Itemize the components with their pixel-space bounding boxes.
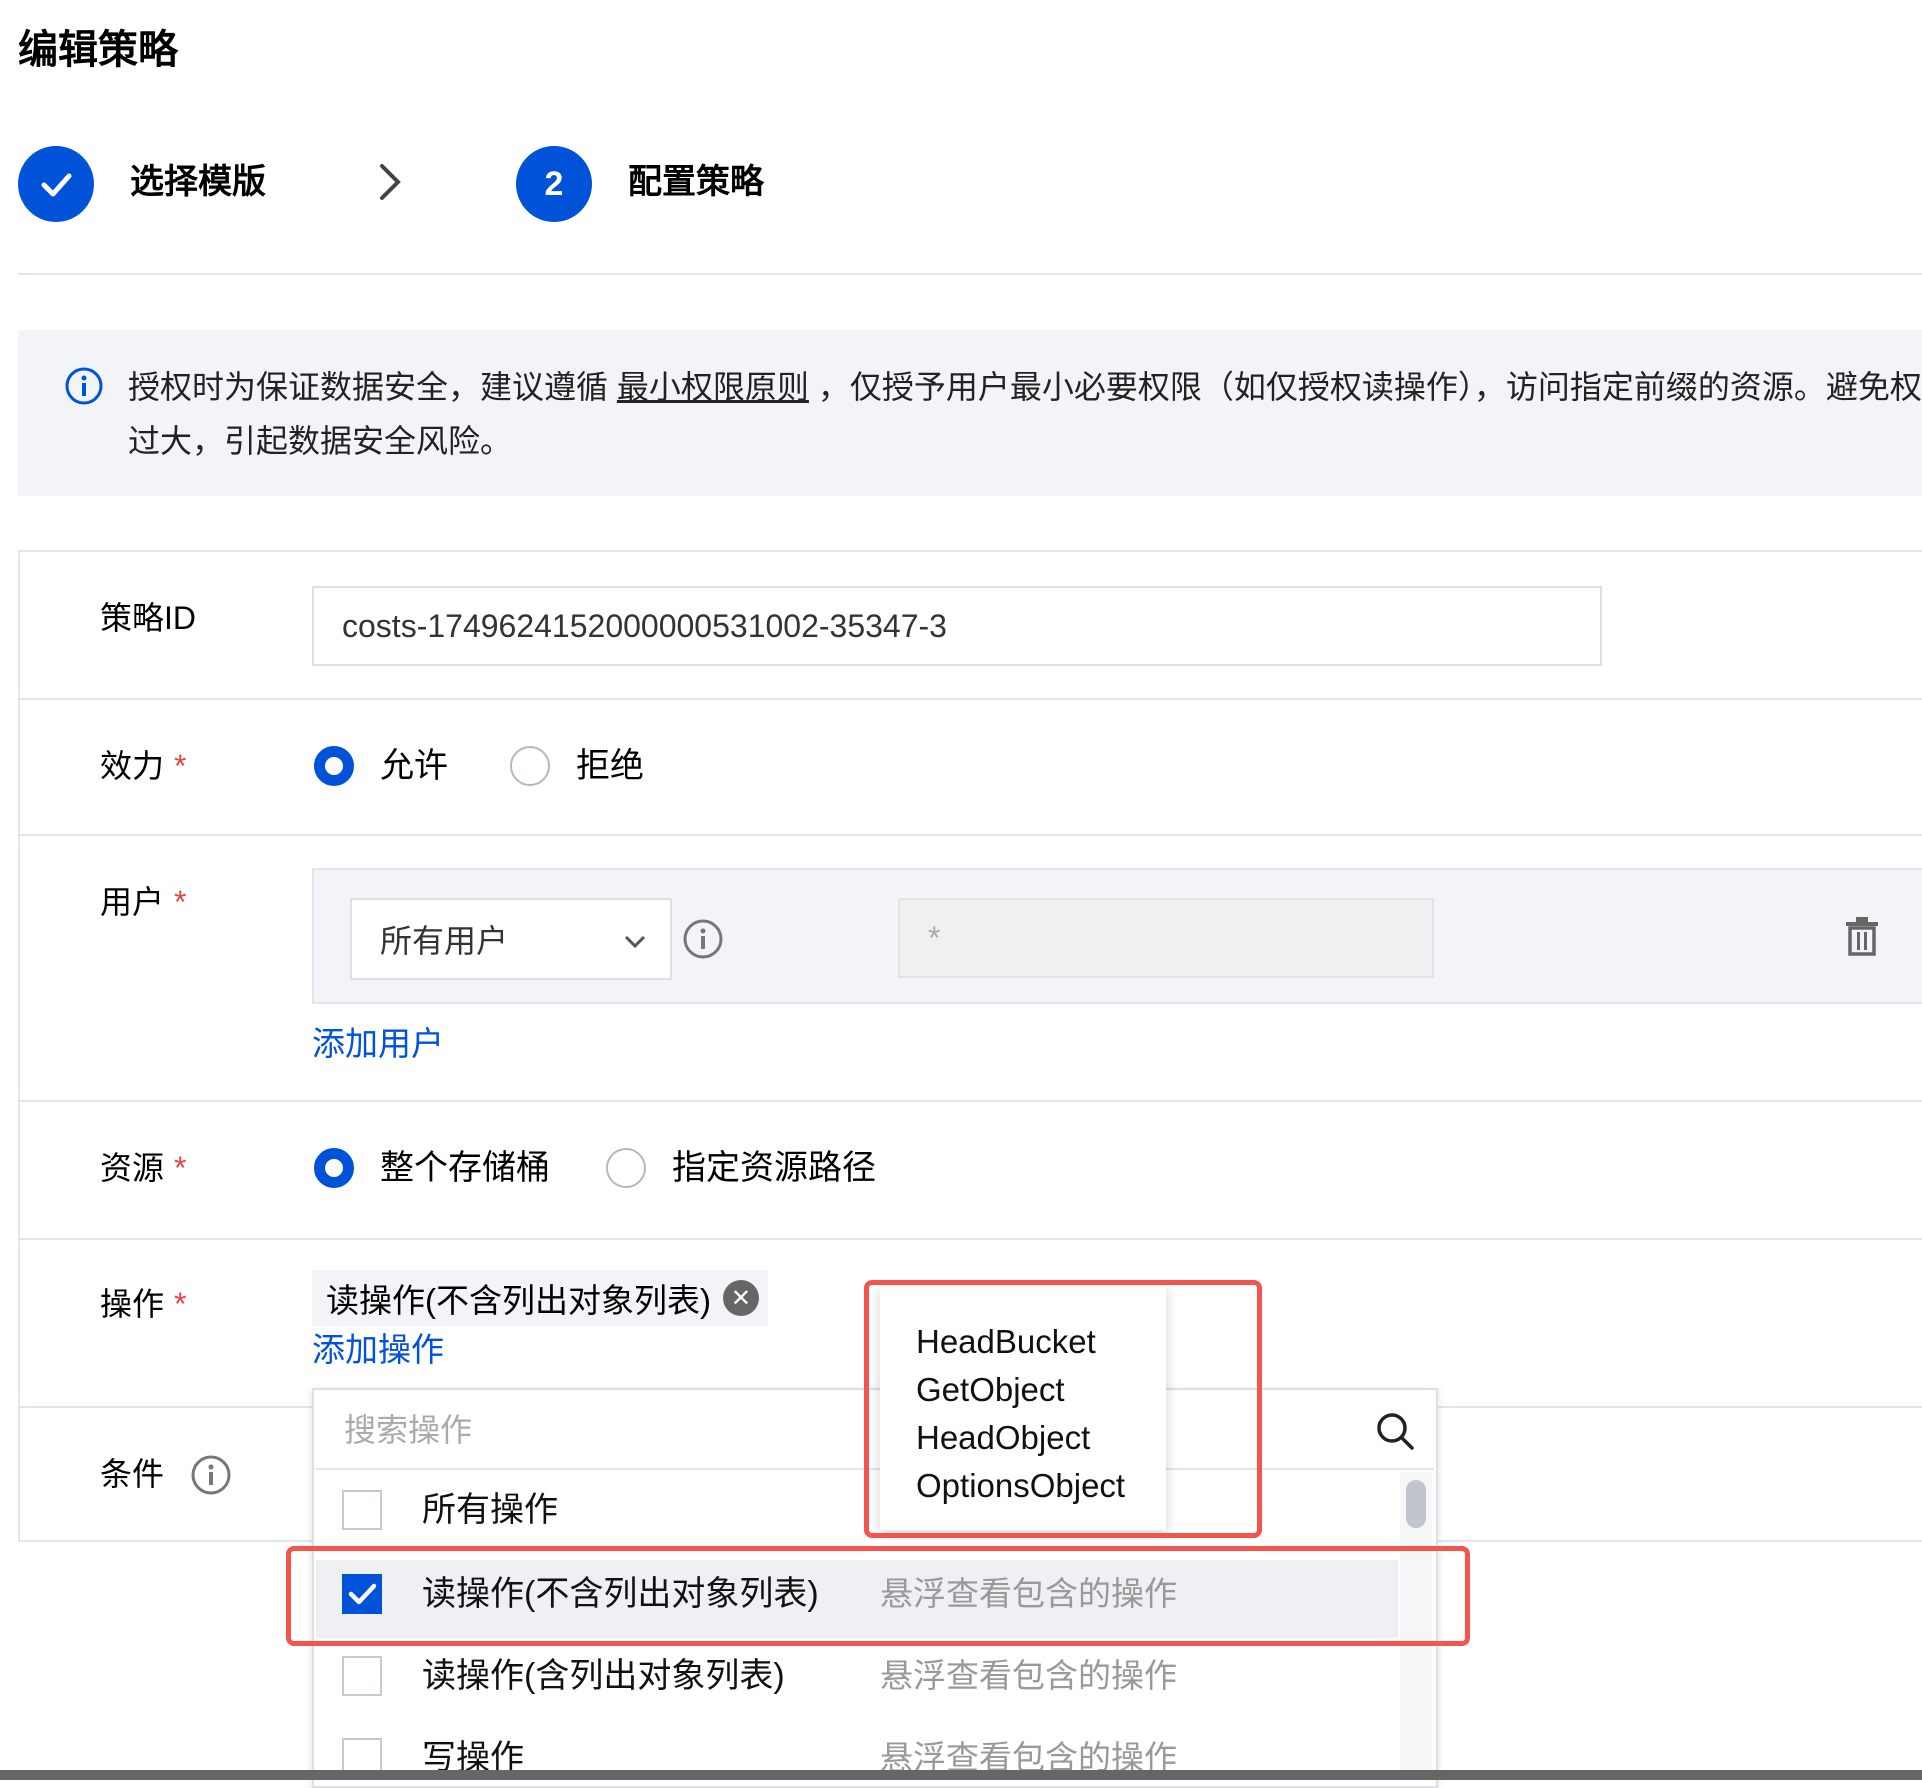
user-type-select[interactable]: 所有用户 (350, 898, 672, 980)
step-2-number: 2 (516, 146, 592, 222)
condition-info-icon[interactable] (190, 1454, 232, 1501)
effect-allow-radio[interactable] (314, 746, 354, 786)
effect-label: 效力 * (100, 748, 187, 784)
notice-line2: 过大，引起数据安全风险。 (128, 423, 513, 459)
row-divider (18, 834, 1922, 836)
highlight-box-selected-option (286, 1546, 1470, 1646)
trash-icon[interactable] (1844, 916, 1880, 961)
notice-suffix: ，仅授予用户最小必要权限（如仅授权读操作），访问指定前缀的资源。避免权 (808, 369, 1922, 405)
selected-action-tag: 读操作(不含列出对象列表) ✕ (312, 1270, 768, 1326)
notice-text: 授权时为保证数据安全，建议遵循 最小权限原则 ，仅授予用户最小必要权限（如仅授权… (128, 360, 1922, 468)
action-search-placeholder: 搜索操作 (344, 1412, 473, 1448)
user-info-icon[interactable] (682, 918, 724, 965)
info-icon (64, 366, 104, 411)
policy-id-label: 策略ID (100, 600, 197, 636)
resource-path-radio[interactable] (606, 1148, 646, 1188)
option-all-actions[interactable]: 所有操作 (422, 1488, 558, 1532)
bottom-bar (0, 1770, 1922, 1780)
resource-label: 资源 * (100, 1150, 187, 1186)
user-label: 用户 * (100, 884, 187, 920)
action-label: 操作 * (100, 1286, 187, 1322)
chevron-right-icon (376, 160, 406, 209)
resource-bucket-label[interactable]: 整个存储桶 (380, 1146, 550, 1190)
notice-prefix: 授权时为保证数据安全，建议遵循 (128, 369, 617, 405)
chevron-down-icon (622, 926, 648, 963)
selected-action-tag-label: 读操作(不含列出对象列表) (326, 1282, 711, 1319)
row-divider (18, 1100, 1922, 1102)
step-2-label: 配置策略 (628, 163, 764, 201)
effect-deny-radio[interactable] (510, 746, 550, 786)
search-icon[interactable] (1374, 1410, 1416, 1457)
remove-tag-icon[interactable]: ✕ (722, 1280, 759, 1316)
resource-path-label[interactable]: 指定资源路径 (672, 1146, 876, 1190)
effect-deny-label[interactable]: 拒绝 (576, 744, 644, 788)
option-read-with-list[interactable]: 读操作(含列出对象列表) (422, 1654, 785, 1698)
user-type-value: 所有用户 (380, 923, 509, 959)
effect-allow-label[interactable]: 允许 (380, 744, 448, 788)
steps-divider (18, 273, 1922, 275)
dropdown-scroll-thumb[interactable] (1406, 1480, 1426, 1528)
step-1-label: 选择模版 (130, 163, 266, 201)
highlight-box-tooltip (864, 1280, 1262, 1538)
least-privilege-link[interactable]: 最小权限原则 (617, 369, 809, 405)
page-title: 编辑策略 (18, 28, 178, 72)
resource-bucket-radio[interactable] (314, 1148, 354, 1188)
checkbox-all-actions[interactable] (342, 1490, 382, 1530)
step-1-done-icon (18, 146, 94, 222)
row-divider (18, 1238, 1922, 1240)
row-divider (18, 698, 1922, 700)
checkbox-read-with-list[interactable] (342, 1656, 382, 1696)
condition-label: 条件 (100, 1456, 165, 1492)
policy-id-input[interactable]: costs-1749624152000000531002-35347-3 (312, 586, 1602, 666)
add-user-link[interactable]: 添加用户 (312, 1022, 444, 1066)
user-id-input[interactable]: * (898, 898, 1434, 978)
option-read-with-list-hint[interactable]: 悬浮查看包含的操作 (880, 1654, 1177, 1698)
add-action-link[interactable]: 添加操作 (312, 1328, 444, 1372)
